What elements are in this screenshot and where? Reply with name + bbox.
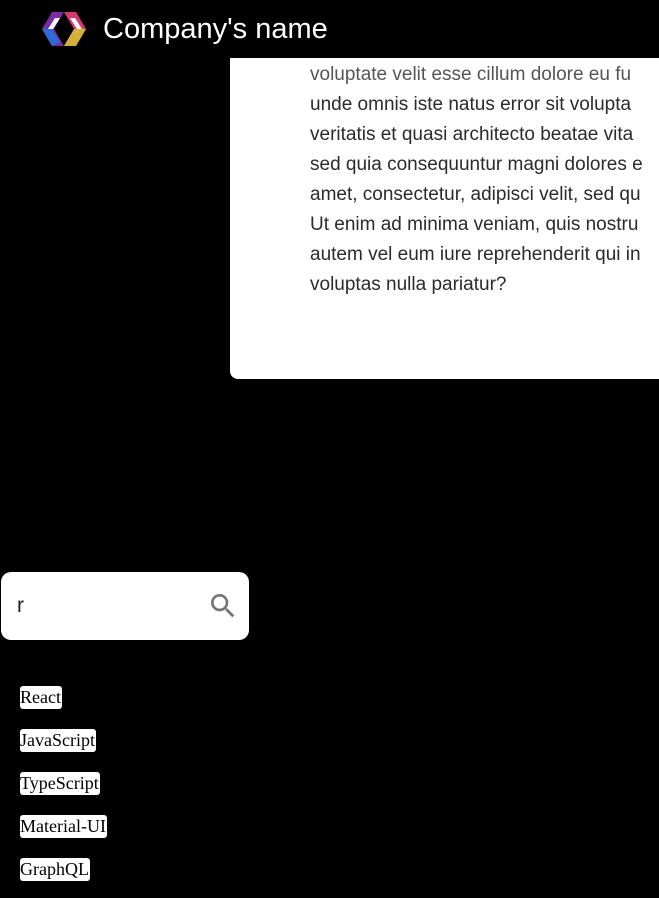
search-box bbox=[1, 572, 249, 640]
tag-material-ui[interactable]: Material-UI bbox=[20, 815, 107, 838]
card-text-line: voluptas nulla pariatur? bbox=[310, 274, 507, 295]
card-text-line: voluptate velit esse cillum dolore eu fu bbox=[310, 64, 632, 85]
card-text-line: sed quia consequuntur magni dolores e bbox=[310, 154, 643, 175]
tag-typescript[interactable]: TypeScript bbox=[20, 772, 100, 795]
search-input[interactable] bbox=[17, 590, 187, 622]
tag-react[interactable]: React bbox=[20, 686, 62, 709]
card-body-text: voluptate velit esse cillum dolore eu fu… bbox=[310, 60, 659, 300]
code-brackets-logo-icon[interactable] bbox=[38, 10, 90, 48]
content-card: voluptate velit esse cillum dolore eu fu… bbox=[230, 40, 659, 379]
card-text-line: autem vel eum iure reprehenderit qui in bbox=[310, 244, 641, 265]
page: voluptate velit esse cillum dolore eu fu… bbox=[0, 0, 659, 898]
card-text-line: unde omnis iste natus error sit volupta bbox=[310, 94, 632, 115]
tag-graphql[interactable]: GraphQL bbox=[20, 858, 90, 881]
search-icon[interactable] bbox=[207, 590, 239, 622]
brand-name[interactable]: Company's name bbox=[103, 12, 328, 46]
card-text-line: Ut enim ad minima veniam, quis nostru bbox=[310, 214, 639, 235]
card-text-line: amet, consectetur, adipisci velit, sed q… bbox=[310, 184, 641, 205]
card-text-line: veritatis et quasi architecto beatae vit… bbox=[310, 124, 634, 145]
tag-javascript[interactable]: JavaScript bbox=[20, 729, 96, 752]
app-header: Company's name bbox=[0, 0, 659, 58]
